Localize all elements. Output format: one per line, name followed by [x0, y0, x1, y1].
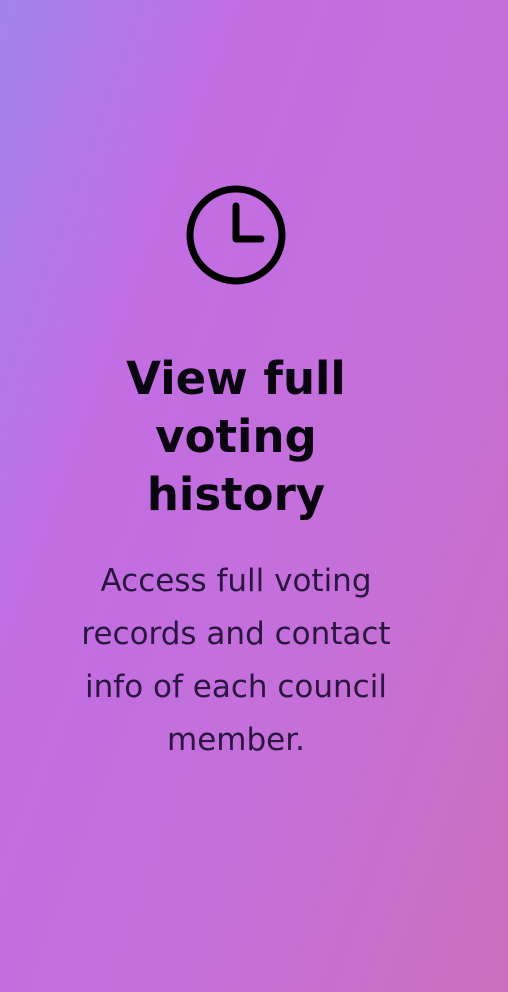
feature-card: View full voting history Access full vot… [0, 0, 472, 992]
clock-icon [186, 185, 286, 285]
card-title: View full voting history [126, 352, 346, 521]
card-description: Access full voting records and contact i… [81, 563, 391, 758]
